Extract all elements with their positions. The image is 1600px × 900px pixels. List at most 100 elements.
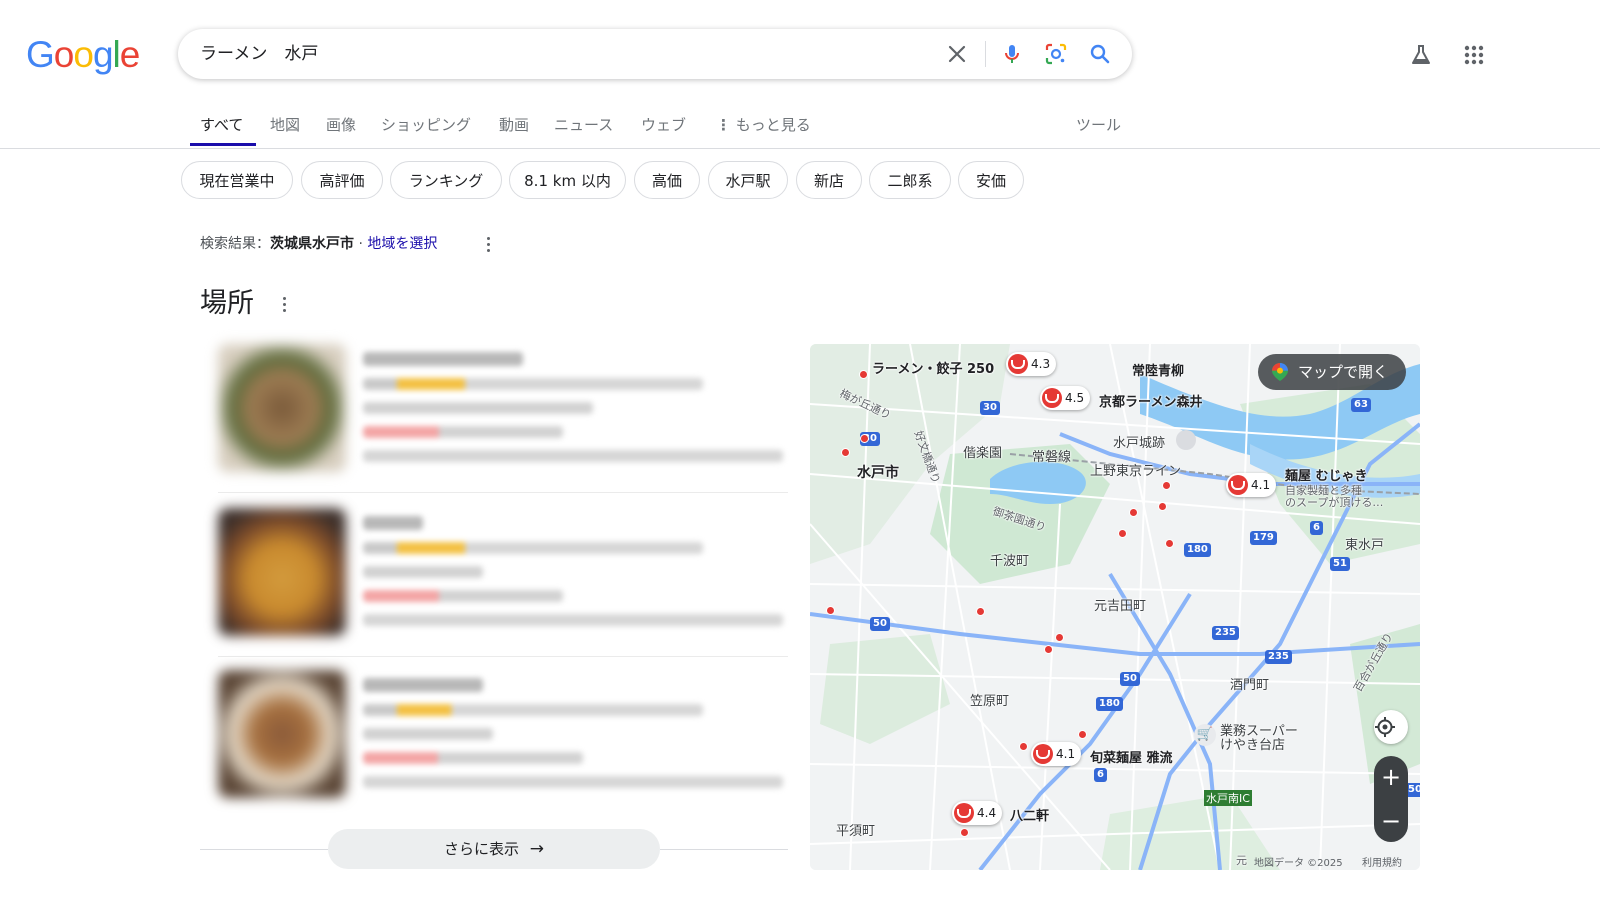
zoom-out-button[interactable]: − (1374, 800, 1408, 842)
map-pin[interactable]: 4.3 (1006, 352, 1057, 376)
labs-flask-icon[interactable] (1409, 43, 1433, 67)
pin-name: 京都ラーメン森井 (1099, 395, 1203, 410)
pin-rating: 4.3 (1031, 357, 1051, 371)
map-marker-dot[interactable] (976, 607, 985, 616)
place-divider (218, 656, 788, 657)
road-shield: 179 (1250, 531, 1277, 545)
zoom-in-button[interactable]: + (1374, 756, 1408, 798)
pin-name: ラーメン・餃子 250 (872, 362, 995, 377)
clear-icon[interactable] (945, 42, 969, 66)
map-label-moto: 元 (1236, 854, 1247, 867)
place-address-blurred (363, 566, 483, 578)
pin-rating: 4.4 (977, 806, 997, 820)
map-marker-dot[interactable] (1118, 529, 1127, 538)
chip-ranking[interactable]: ランキング (390, 161, 502, 199)
ramen-bowl-icon (1042, 388, 1062, 408)
map-label-mito-minami-ic: 水戸南IC (1204, 790, 1252, 806)
place-item[interactable] (218, 508, 784, 638)
map-label-joban: 常磐線 (1032, 450, 1072, 465)
map-pin[interactable]: 4.1 (1031, 742, 1082, 766)
tab-more[interactable]: ⋮ もっと見る (716, 114, 811, 135)
place-photo (218, 344, 346, 472)
map-label-mito-shi: 水戸市 (857, 465, 899, 481)
chip-mito-station[interactable]: 水戸駅 (708, 161, 788, 199)
location-menu-icon[interactable] (487, 237, 491, 255)
map-marker-dot[interactable] (1158, 502, 1167, 511)
road-shield: 63 (1351, 398, 1371, 412)
my-location-icon (1375, 717, 1395, 737)
chip-jiro[interactable]: 二郎系 (869, 161, 951, 199)
search-input[interactable]: ラーメン 水戸 (200, 29, 900, 79)
chip-new[interactable]: 新店 (796, 161, 862, 199)
place-name-blurred (363, 352, 523, 366)
location-prefix: 検索結果： (200, 236, 270, 252)
tab-news[interactable]: ニュース (554, 114, 613, 135)
map-marker-dot[interactable] (826, 606, 835, 615)
place-hours-blurred (363, 590, 563, 602)
castle-icon[interactable] (1176, 430, 1196, 450)
tab-shopping[interactable]: ショッピング (381, 114, 471, 135)
map-marker-dot[interactable] (1078, 730, 1087, 739)
map-marker-dot[interactable] (1165, 539, 1174, 548)
map-label-hirasu: 平須町 (836, 824, 876, 839)
pin-rating: 4.1 (1056, 747, 1076, 761)
tab-maps[interactable]: 地図 (270, 114, 300, 135)
map-marker-dot[interactable] (960, 828, 969, 837)
map-label-gyomu-2: けやき台店 (1220, 738, 1286, 753)
map-marker-dot[interactable] (860, 434, 869, 443)
google-logo[interactable]: Google (26, 34, 140, 76)
tab-all[interactable]: すべて (200, 114, 243, 135)
choose-area-link[interactable]: 地域を選択 (367, 236, 437, 252)
place-item[interactable] (218, 344, 784, 474)
road-shield: 51 (1330, 557, 1350, 571)
chip-open-now[interactable]: 現在営業中 (181, 161, 293, 199)
map-marker-dot[interactable] (1162, 481, 1171, 490)
place-name-blurred (363, 678, 483, 692)
road-shield: 50 (870, 617, 890, 631)
chip-top-rated[interactable]: 高評価 (301, 161, 383, 199)
place-item[interactable] (218, 670, 784, 800)
map-marker-dot[interactable] (841, 448, 850, 457)
map-pin[interactable]: 4.1 (1226, 473, 1277, 497)
map-pin[interactable]: 4.5 (1040, 386, 1091, 410)
tab-tools[interactable]: ツール (1076, 114, 1121, 135)
my-location-button[interactable] (1374, 710, 1408, 744)
map-marker-dot[interactable] (1019, 742, 1028, 751)
map-label-kairakuen: 偕楽園 (963, 446, 1003, 461)
chip-expensive[interactable]: 高価 (634, 161, 700, 199)
chip-cheap[interactable]: 安価 (958, 161, 1024, 199)
pin-rating: 4.1 (1251, 478, 1271, 492)
tab-videos[interactable]: 動画 (499, 114, 529, 135)
map-marker-dot[interactable] (859, 370, 868, 379)
road-shield: 6 (1310, 521, 1323, 535)
map-marker-dot[interactable] (1044, 645, 1053, 654)
road-shield: 30 (980, 401, 1000, 415)
tab-web[interactable]: ウェブ (641, 114, 686, 135)
map-panel[interactable]: 常陸青柳 梅が丘通り 水戸市 偕楽園 常磐線 上野東京ライン 水戸城跡 好文橋通… (810, 344, 1420, 870)
microphone-icon[interactable] (1000, 42, 1024, 66)
show-more-button[interactable]: さらに表示 → (328, 829, 660, 869)
open-in-maps-button[interactable]: マップで開く (1258, 354, 1407, 390)
places-menu-icon[interactable] (283, 297, 287, 315)
map-label-ueno-tokyo: 上野東京ライン (1090, 464, 1182, 479)
chip-distance[interactable]: 8.1 km 以内 (509, 161, 626, 199)
pin-name: 旬菜麺屋 雅流 (1090, 751, 1173, 766)
map-label-sakado: 酒門町 (1230, 678, 1270, 693)
place-rating-blurred (363, 542, 703, 554)
lens-icon[interactable] (1044, 42, 1068, 66)
map-terms-link[interactable]: 利用規約 (1362, 854, 1402, 869)
google-maps-pin-icon (1272, 363, 1288, 381)
search-icon[interactable] (1088, 42, 1112, 66)
location-place: 茨城県水戸市 (270, 236, 354, 252)
place-photo (218, 670, 346, 798)
map-pin[interactable]: 4.4 (952, 801, 1003, 825)
map-label-hitachi-aoyagi: 常陸青柳 (1132, 364, 1185, 379)
tab-images[interactable]: 画像 (326, 114, 356, 135)
shopping-cart-icon[interactable]: 🛒 (1194, 724, 1216, 746)
apps-grid-icon[interactable] (1462, 43, 1486, 67)
place-hours-blurred (363, 426, 563, 438)
place-services-blurred (363, 450, 783, 462)
map-marker-dot[interactable] (1129, 508, 1138, 517)
zoom-controls: + − (1374, 756, 1408, 842)
map-marker-dot[interactable] (1055, 633, 1064, 642)
